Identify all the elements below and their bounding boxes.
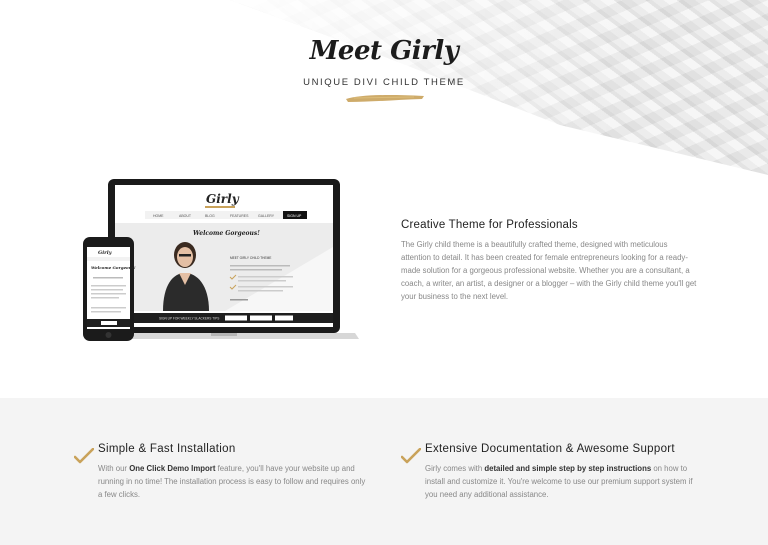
svg-text:BLOG: BLOG: [205, 214, 215, 218]
svg-text:ABOUT: ABOUT: [179, 214, 192, 218]
benefit-text: Girly comes with detailed and simple ste…: [425, 464, 693, 499]
mockup-site-logo: Girly: [206, 192, 240, 206]
svg-text:SIGN UP FOR WEEKLY SLACKERS TI: SIGN UP FOR WEEKLY SLACKERS TIPS: [159, 317, 219, 321]
svg-text:HOME: HOME: [153, 214, 164, 218]
feature-description: The Girly child theme is a beautifully c…: [401, 240, 697, 301]
check-icon: [74, 448, 94, 464]
benefit-title: Simple & Fast Installation: [98, 443, 236, 455]
svg-text:GALLERY: GALLERY: [258, 214, 275, 218]
svg-text:Girly: Girly: [98, 250, 113, 256]
feature-title: Creative Theme for Professionals: [401, 219, 578, 231]
device-mockup-image: Girly HOME ABOUT BLOG FEATURES GALLERY S…: [83, 179, 359, 341]
benefit-text: With our One Click Demo Import feature, …: [98, 464, 366, 499]
page-logo: Meet Girly: [309, 36, 459, 66]
svg-text:FEATURES: FEATURES: [230, 214, 249, 218]
gold-brush-stroke: [346, 95, 424, 102]
svg-text:SIGN UP: SIGN UP: [287, 214, 302, 218]
mockup-phone-script: Welcome Gorgeous!: [91, 265, 136, 270]
svg-text:MEET GIRLY CHILD THEME: MEET GIRLY CHILD THEME: [230, 256, 271, 260]
check-icon: [401, 448, 421, 464]
mockup-hero-script: Welcome Gorgeous!: [193, 230, 260, 237]
page-tagline: UNIQUE DIVI CHILD THEME: [303, 77, 465, 88]
benefit-title: Extensive Documentation & Awesome Suppor…: [425, 443, 675, 455]
